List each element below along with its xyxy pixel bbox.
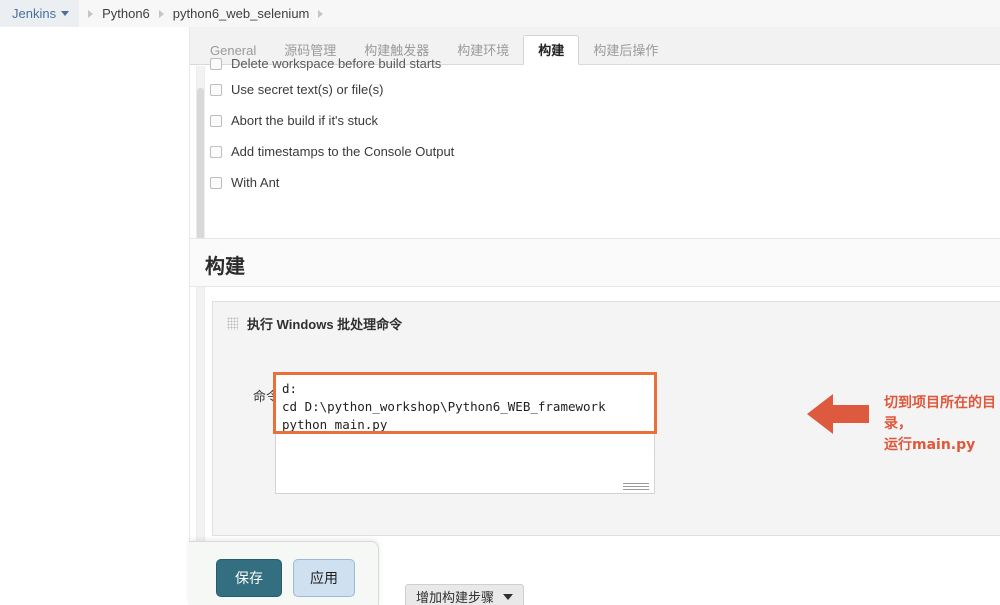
breadcrumb-item-job[interactable]: python6_web_selenium	[173, 6, 310, 21]
build-step-windows-batch: 执行 Windows 批处理命令 命令 d: cd D:\python_work…	[212, 301, 1000, 536]
breadcrumb-home[interactable]: Jenkins	[0, 0, 80, 27]
apply-button[interactable]: 应用	[293, 559, 355, 597]
drag-handle-icon[interactable]	[227, 317, 238, 330]
command-field-wrapper: d: cd D:\python_workshop\Python6_WEB_fra…	[273, 372, 657, 494]
checkbox-icon[interactable]	[210, 58, 222, 70]
annotation-text: 切到项目所在的目录， 运行main.py	[884, 395, 996, 453]
breadcrumb: Jenkins Python6 python6_web_selenium	[0, 0, 1000, 28]
textarea-resize-grip-icon[interactable]	[623, 483, 649, 490]
checkbox-icon[interactable]	[210, 176, 222, 189]
checkbox-label: Abort the build if it's stuck	[231, 113, 378, 128]
chevron-down-icon[interactable]	[503, 593, 514, 600]
command-textarea[interactable]: d: cd D:\python_workshop\Python6_WEB_fra…	[275, 374, 655, 494]
checkbox-row-secret-text[interactable]: Use secret text(s) or file(s)	[210, 74, 910, 105]
form-scrollbar-thumb[interactable]	[197, 88, 204, 256]
checkbox-icon[interactable]	[210, 83, 222, 96]
checkbox-row-timestamps[interactable]: Add timestamps to the Console Output	[210, 136, 910, 167]
checkbox-row-abort-stuck[interactable]: Abort the build if it's stuck	[210, 105, 910, 136]
form-scrollbar[interactable]	[196, 66, 205, 562]
left-side-panel	[0, 27, 190, 605]
checkbox-label: Use secret text(s) or file(s)	[231, 82, 384, 97]
breadcrumb-home-label[interactable]: Jenkins	[12, 6, 56, 21]
breadcrumb-separator-icon	[158, 9, 164, 18]
checkbox-row-delete-workspace[interactable]: Delete workspace before build starts	[210, 58, 910, 74]
config-form-body: Delete workspace before build starts Use…	[190, 58, 1000, 605]
checkbox-label: With Ant	[231, 175, 280, 190]
build-step-title: 执行 Windows 批处理命令	[247, 317, 403, 332]
job-config-panel: General 源码管理 构建触发器 构建环境 构建 构建后操作 Delete …	[190, 27, 1000, 605]
build-section-header: 构建	[190, 238, 1000, 287]
build-step-header: 执行 Windows 批处理命令	[227, 314, 402, 333]
breadcrumb-item-project[interactable]: Python6	[102, 6, 150, 21]
checkbox-label: Add timestamps to the Console Output	[231, 144, 455, 159]
add-build-step-button[interactable]: 增加构建步骤	[405, 584, 525, 605]
left-arrow-icon	[807, 392, 869, 436]
command-textarea-value: d: cd D:\python_workshop\Python6_WEB_fra…	[282, 381, 606, 432]
checkbox-label: Delete workspace before build starts	[231, 58, 442, 71]
checkbox-icon[interactable]	[210, 145, 222, 158]
breadcrumb-separator-icon	[318, 9, 324, 18]
add-build-step-label: 增加构建步骤	[416, 590, 495, 605]
checkbox-row-with-ant[interactable]: With Ant	[210, 167, 910, 198]
breadcrumb-separator-icon	[88, 9, 94, 18]
jenkins-job-config-screen: Jenkins Python6 python6_web_selenium Gen…	[0, 0, 1000, 605]
form-action-bar: 保存 应用	[189, 541, 379, 605]
build-environment-checkbox-list: Delete workspace before build starts Use…	[210, 58, 910, 198]
checkbox-icon[interactable]	[210, 114, 222, 127]
save-button[interactable]: 保存	[216, 559, 282, 597]
build-section-title: 构建	[205, 254, 245, 278]
chevron-down-icon[interactable]	[61, 11, 70, 16]
